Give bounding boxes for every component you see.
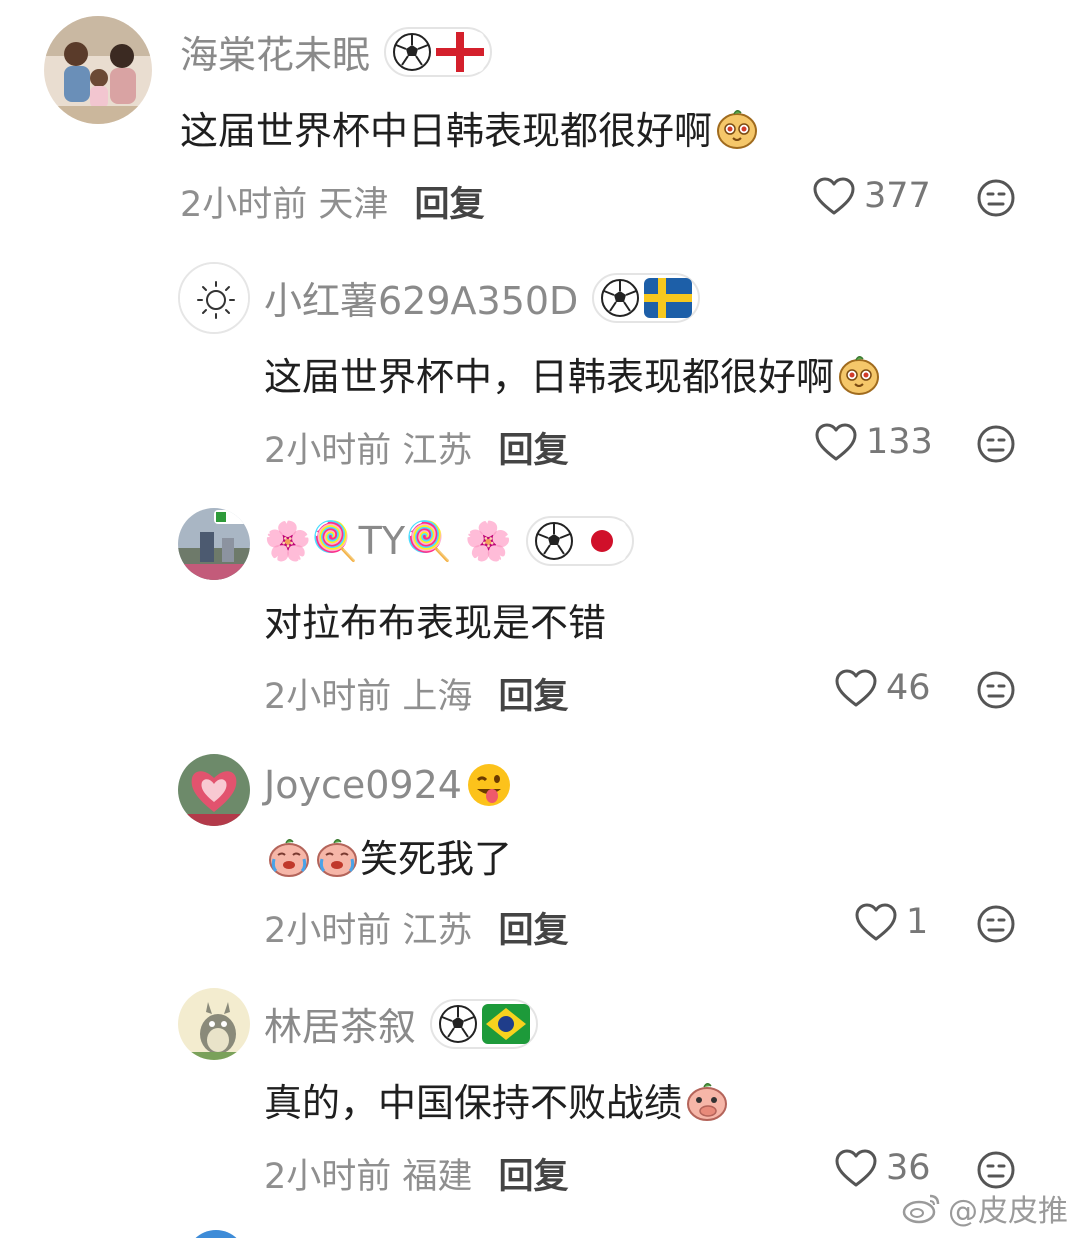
- reply-button[interactable]: 回复: [498, 902, 568, 953]
- bean-face-icon: [836, 351, 882, 397]
- comment-text-row: 笑死我了: [264, 828, 512, 883]
- username-row: Joyce0924: [264, 762, 512, 808]
- comment-text-row: 真的，中国保持不败战绩: [264, 1072, 730, 1127]
- country-badge[interactable]: [592, 272, 701, 323]
- like-button[interactable]: 133: [814, 422, 933, 462]
- shy-bean-icon: [684, 1077, 730, 1123]
- comment-text: 真的，中国保持不败战绩: [264, 1081, 683, 1125]
- soccer-ball-icon: [392, 32, 432, 72]
- comment-text: 这届世界杯中，日韩表现都很好啊: [264, 355, 835, 399]
- comment-meta: 2小时前 上海 回复: [264, 668, 568, 719]
- like-count: 1: [906, 902, 929, 942]
- location: 江苏: [402, 911, 473, 951]
- username-row: 林居茶叙: [264, 996, 539, 1051]
- weibo-logo-icon: [902, 1194, 940, 1224]
- timestamp: 2小时前: [180, 185, 308, 225]
- username[interactable]: 林居茶叙: [264, 996, 416, 1051]
- comment-meta: 2小时前 江苏 回复: [264, 902, 568, 953]
- reply-button[interactable]: 回复: [498, 668, 568, 719]
- reply-button[interactable]: 回复: [414, 176, 484, 227]
- username-row: 海棠花未眠: [180, 24, 493, 79]
- sweden-flag-icon: [644, 277, 693, 318]
- timestamp: 2小时前: [264, 431, 392, 471]
- heart-outline-icon: [834, 668, 878, 708]
- brazil-flag-icon: [482, 1003, 531, 1044]
- comment-meta: 2小时前 天津 回复: [180, 176, 484, 227]
- username[interactable]: 小红薯629A350D: [264, 270, 578, 325]
- comment-text: 笑死我了: [360, 837, 513, 881]
- location: 天津: [318, 185, 389, 225]
- username-row: 🌸🍭TY🍭 🌸: [264, 516, 634, 566]
- username[interactable]: Joyce0924: [264, 763, 462, 807]
- watermark: @皮皮推: [902, 1186, 1068, 1230]
- neutral-face-icon[interactable]: [976, 670, 1016, 710]
- like-button[interactable]: 46: [834, 668, 931, 708]
- like-count: 36: [886, 1148, 931, 1188]
- location: 江苏: [402, 431, 473, 471]
- like-count: 46: [886, 668, 931, 708]
- avatar[interactable]: [44, 16, 152, 124]
- neutral-face-icon[interactable]: [976, 1150, 1016, 1190]
- neutral-face-icon[interactable]: [976, 178, 1016, 218]
- avatar[interactable]: [178, 262, 250, 334]
- timestamp: 2小时前: [264, 677, 392, 717]
- england-flag-icon: [436, 31, 485, 72]
- avatar[interactable]: [178, 754, 250, 826]
- country-badge[interactable]: [525, 516, 634, 566]
- avatar[interactable]: [178, 508, 250, 580]
- like-count: 133: [866, 422, 933, 462]
- reply-button[interactable]: 回复: [498, 422, 568, 473]
- heart-outline-icon: [812, 176, 856, 216]
- neutral-face-icon[interactable]: [976, 904, 1016, 944]
- comment-text: 对拉布布表现是不错: [264, 601, 607, 645]
- like-button[interactable]: 1: [854, 902, 928, 942]
- reply-button[interactable]: 回复: [498, 1148, 568, 1199]
- like-button[interactable]: 36: [834, 1148, 931, 1188]
- country-badge[interactable]: [430, 998, 539, 1049]
- avatar[interactable]: [186, 1230, 246, 1238]
- like-count: 377: [864, 176, 931, 216]
- location: 上海: [402, 677, 473, 717]
- avatar[interactable]: [178, 988, 250, 1060]
- japan-flag-icon: [577, 521, 626, 561]
- like-button[interactable]: 377: [812, 176, 931, 216]
- soccer-ball-icon: [438, 1004, 478, 1044]
- comment-meta: 2小时前 福建 回复: [264, 1148, 568, 1199]
- heart-outline-icon: [814, 422, 858, 462]
- bean-face-icon: [714, 105, 760, 151]
- heart-outline-icon: [834, 1148, 878, 1188]
- comment-text-row: 对拉布布表现是不错: [264, 592, 606, 647]
- soccer-ball-icon: [600, 278, 640, 318]
- crying-bean-icon: [266, 833, 312, 879]
- watermark-text: @皮皮推: [948, 1194, 1068, 1229]
- comment-text-row: 这届世界杯中日韩表现都很好啊: [180, 100, 760, 155]
- winking-tongue-emoji-icon: [467, 764, 510, 806]
- username[interactable]: 🌸🍭TY🍭 🌸: [264, 519, 512, 564]
- location: 福建: [402, 1157, 473, 1197]
- comment-text-row: 这届世界杯中，日韩表现都很好啊: [264, 346, 882, 401]
- timestamp: 2小时前: [264, 1157, 392, 1197]
- soccer-ball-icon: [534, 521, 574, 561]
- heart-outline-icon: [854, 902, 898, 942]
- username[interactable]: 海棠花未眠: [180, 24, 370, 79]
- comment-text: 这届世界杯中日韩表现都很好啊: [180, 109, 713, 153]
- country-badge[interactable]: [384, 26, 493, 77]
- username-row: 小红薯629A350D: [264, 270, 701, 325]
- neutral-face-icon[interactable]: [976, 424, 1016, 464]
- timestamp: 2小时前: [264, 911, 392, 951]
- comment-meta: 2小时前 江苏 回复: [264, 422, 568, 473]
- crying-bean-icon: [314, 833, 360, 879]
